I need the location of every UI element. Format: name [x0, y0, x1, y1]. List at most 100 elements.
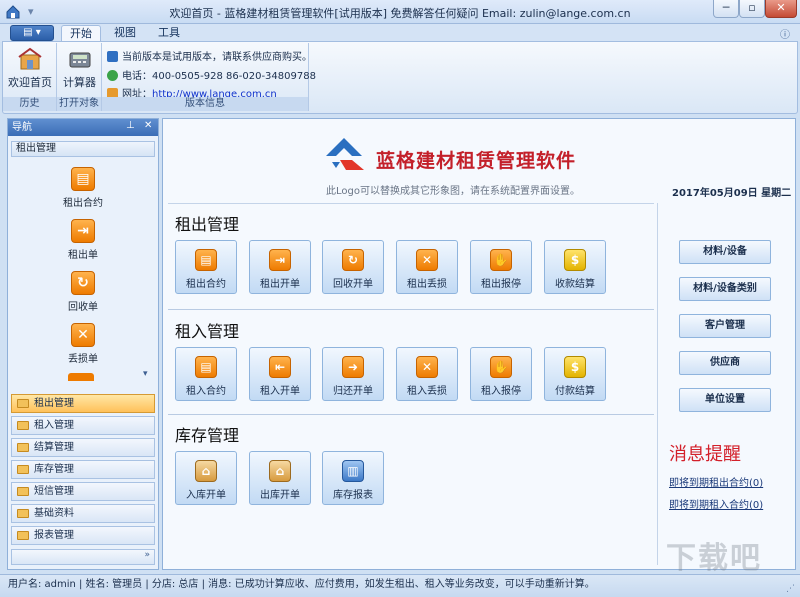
nav-header-title: 导航 [12, 122, 32, 133]
version-group-label: 版本信息 [102, 97, 308, 111]
nav-item-partial-icon [68, 373, 94, 381]
home-icon [18, 47, 42, 70]
tile-label: 归还开单 [333, 386, 373, 397]
nav-group-sms[interactable]: 短信管理 [11, 482, 155, 501]
close-button[interactable]: ✕ [765, 0, 797, 18]
loss-icon: ✕ [416, 356, 438, 378]
nav-group-rent-out[interactable]: 租出管理 [11, 394, 155, 413]
nav-item-label: 租出合约 [63, 198, 103, 209]
nav-scroll-down-icon[interactable]: ▾ [143, 369, 148, 379]
tile-return-order[interactable]: ➜ 归还开单 [322, 347, 384, 401]
company-logo-icon [322, 132, 372, 175]
tab-view[interactable]: 视图 [108, 25, 142, 42]
nav-group-inventory[interactable]: 库存管理 [11, 460, 155, 479]
stop-hand-icon: ✋ [490, 356, 512, 378]
warehouse-out-icon: ⌂ [269, 460, 291, 482]
phone-icon [107, 70, 118, 81]
nav-item-recycle-order[interactable]: ↻ 回收单 [28, 271, 138, 313]
welcome-home-button[interactable]: 欢迎首页 [5, 47, 55, 90]
application-menu-button[interactable]: ▤ ▾ [10, 25, 54, 41]
expiring-rent-in-link[interactable]: 即将到期租入合约(0) [669, 496, 763, 511]
nav-close-icon[interactable]: ✕ [144, 120, 152, 131]
nav-item-label: 回收单 [68, 302, 98, 313]
nav-group-reports[interactable]: 报表管理 [11, 526, 155, 545]
nav-overflow-button[interactable]: » [11, 549, 155, 565]
tile-label: 租出合约 [186, 279, 226, 290]
navigation-panel: 导航 ⊥ ✕ 租出管理 ▤ 租出合约 ⇥ 租出单 ↻ 回收单 ✕ 丢损单 ▾ 租… [7, 118, 159, 570]
tile-rent-out-order[interactable]: ⇥ 租出开单 [249, 240, 311, 294]
ribbon-group-version: 当前版本是试用版本，请联系供应商购买。 电话：400-0505-928 86-0… [102, 43, 316, 111]
section-divider [168, 414, 654, 415]
calculator-icon [69, 52, 90, 68]
minimize-button[interactable]: ─ [713, 0, 739, 18]
tile-label: 付款结算 [555, 386, 595, 397]
folder-icon [17, 421, 29, 430]
material-category-button[interactable]: 材料/设备类别 [679, 277, 771, 301]
unit-settings-button[interactable]: 单位设置 [679, 388, 771, 412]
nav-item-rent-out-order[interactable]: ⇥ 租出单 [28, 219, 138, 261]
calculator-label: 计算器 [63, 76, 96, 89]
tile-rent-out-contract[interactable]: ▤ 租出合约 [175, 240, 237, 294]
materials-equipment-button[interactable]: 材料/设备 [679, 240, 771, 264]
tile-label: 租出报停 [481, 279, 521, 290]
contract-icon: ▤ [195, 249, 217, 271]
contract-icon: ▤ [71, 167, 95, 191]
coins-icon: $ [564, 249, 586, 271]
tile-stock-in-order[interactable]: ⌂ 入库开单 [175, 451, 237, 505]
restore-button[interactable]: ▫ [739, 0, 765, 18]
nav-item-loss-order[interactable]: ✕ 丢损单 [28, 323, 138, 365]
expiring-rent-out-link[interactable]: 即将到期租出合约(0) [669, 474, 763, 489]
tile-rent-out-stop[interactable]: ✋ 租出报停 [470, 240, 532, 294]
nav-header: 导航 [8, 119, 158, 136]
nav-group-label: 报表管理 [34, 530, 74, 541]
nav-group-label: 短信管理 [34, 486, 74, 497]
tile-stock-out-order[interactable]: ⌂ 出库开单 [249, 451, 311, 505]
tile-payment-settlement[interactable]: $ 付款结算 [544, 347, 606, 401]
nav-group-rent-in[interactable]: 租入管理 [11, 416, 155, 435]
tab-tools[interactable]: 工具 [152, 25, 186, 42]
ribbon-help-icon[interactable]: ⓘ [780, 26, 790, 41]
nav-pin-icon[interactable]: ⊥ [126, 120, 135, 131]
quick-access-dropdown-icon[interactable]: ▾ [28, 3, 46, 21]
nav-group-settlement[interactable]: 结算管理 [11, 438, 155, 457]
tile-label: 库存报表 [333, 490, 373, 501]
section-title-inventory: 库存管理 [175, 426, 240, 445]
nav-item-rent-out-contract[interactable]: ▤ 租出合约 [28, 167, 138, 209]
phone-label: 电话： [122, 71, 152, 82]
info-icon [107, 51, 118, 62]
loss-icon: ✕ [416, 249, 438, 271]
watermark: 下载吧 [666, 541, 762, 576]
recycle-icon: ↻ [71, 271, 95, 295]
tile-rent-out-loss[interactable]: ✕ 租出丢损 [396, 240, 458, 294]
tile-label: 租入丢损 [407, 386, 447, 397]
header-divider [168, 203, 654, 204]
tile-label: 租出丢损 [407, 279, 447, 290]
folder-icon [17, 465, 29, 474]
supplier-button[interactable]: 供应商 [679, 351, 771, 375]
tile-label: 收款结算 [555, 279, 595, 290]
customer-management-button[interactable]: 客户管理 [679, 314, 771, 338]
history-group-label: 历史 [3, 97, 56, 111]
window-title: 欢迎首页 - 蓝格建材租赁管理软件[试用版本] 免费解答任何疑问 Email: … [169, 7, 631, 20]
tile-rent-in-stop[interactable]: ✋ 租入报停 [470, 347, 532, 401]
tile-rent-in-contract[interactable]: ▤ 租入合约 [175, 347, 237, 401]
nav-group-label: 基础资料 [34, 508, 74, 519]
export-icon: ⇥ [71, 219, 95, 243]
calculator-button[interactable]: 计算器 [59, 47, 100, 90]
report-chart-icon: ▥ [342, 460, 364, 482]
stop-hand-icon: ✋ [490, 249, 512, 271]
tile-rent-in-loss[interactable]: ✕ 租入丢损 [396, 347, 458, 401]
tile-label: 租出开单 [260, 279, 300, 290]
nav-group-basic-data[interactable]: 基础资料 [11, 504, 155, 523]
tile-label: 租入开单 [260, 386, 300, 397]
tile-label: 租入合约 [186, 386, 226, 397]
tile-collection-settlement[interactable]: $ 收款结算 [544, 240, 606, 294]
ribbon-group-open: 计算器 打开对象 [57, 43, 102, 111]
tile-recycle-order[interactable]: ↻ 回收开单 [322, 240, 384, 294]
tile-label: 出库开单 [260, 490, 300, 501]
tile-label: 入库开单 [186, 490, 226, 501]
tile-inventory-report[interactable]: ▥ 库存报表 [322, 451, 384, 505]
resize-grip-icon[interactable]: ⋰ [786, 584, 795, 594]
tab-start[interactable]: 开始 [61, 25, 101, 42]
tile-rent-in-order[interactable]: ⇤ 租入开单 [249, 347, 311, 401]
